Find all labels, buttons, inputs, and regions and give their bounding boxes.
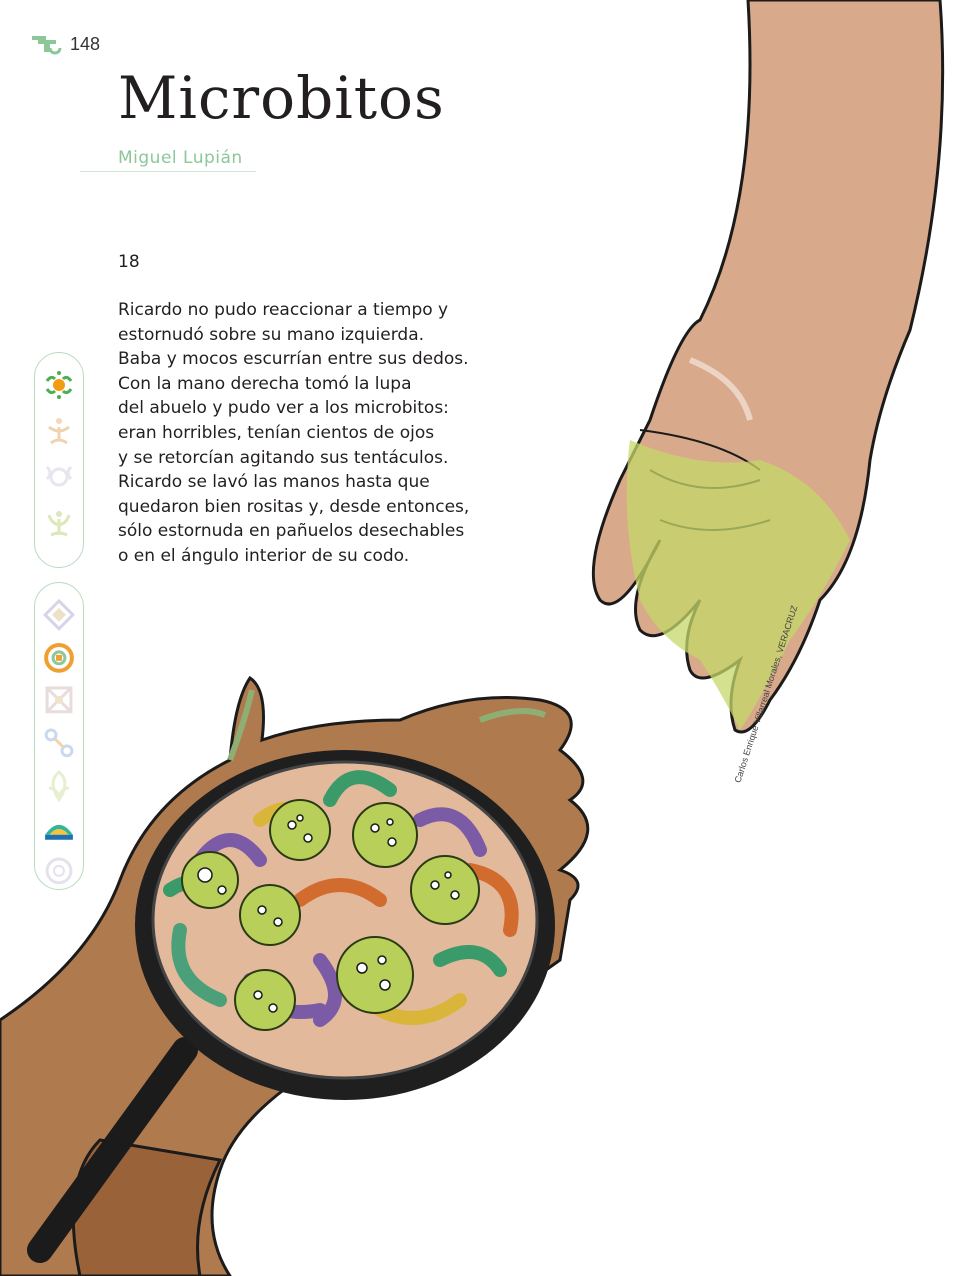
sneezed-hand [591,0,945,734]
microbes-illustration [0,0,945,1276]
